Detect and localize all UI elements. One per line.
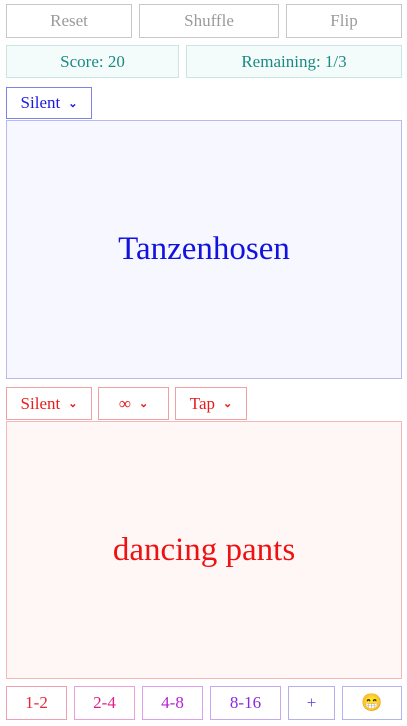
front-card[interactable]: Tanzenhosen: [6, 120, 402, 379]
chevron-down-icon: ⌄: [138, 398, 149, 410]
chevron-down-icon: ⌄: [68, 97, 78, 110]
score-display: Score: 20: [6, 45, 179, 78]
mode-select[interactable]: Tap ⌄: [175, 387, 247, 420]
level-button-1-2[interactable]: 1-2: [6, 686, 67, 720]
bottom-voice-select[interactable]: Silent ⌄: [6, 387, 92, 420]
front-card-word: Tanzenhosen: [118, 231, 290, 267]
shuffle-button[interactable]: Shuffle: [139, 4, 279, 38]
emoji-button[interactable]: 😁: [342, 686, 402, 720]
top-voice-select-value: Silent: [20, 93, 61, 112]
top-voice-select[interactable]: Silent ⌄: [6, 87, 92, 119]
chevron-down-icon: ⌄: [223, 398, 233, 410]
flip-button[interactable]: Flip: [286, 4, 402, 38]
bottom-voice-select-value: Silent: [20, 393, 61, 413]
level-button-2-4[interactable]: 2-4: [74, 686, 135, 720]
add-level-button[interactable]: +: [288, 686, 335, 720]
level-button-8-16[interactable]: 8-16: [210, 686, 281, 720]
repeat-select[interactable]: ∞ ⌄: [98, 387, 169, 420]
reset-button[interactable]: Reset: [6, 4, 132, 38]
back-card-word: dancing pants: [112, 531, 296, 568]
chevron-down-icon: ⌄: [68, 398, 78, 410]
back-card[interactable]: dancing pants: [6, 421, 402, 679]
level-button-4-8[interactable]: 4-8: [142, 686, 203, 720]
repeat-select-value: ∞: [118, 393, 131, 413]
mode-select-value: Tap: [189, 393, 216, 413]
remaining-display: Remaining: 1/3: [186, 45, 402, 78]
